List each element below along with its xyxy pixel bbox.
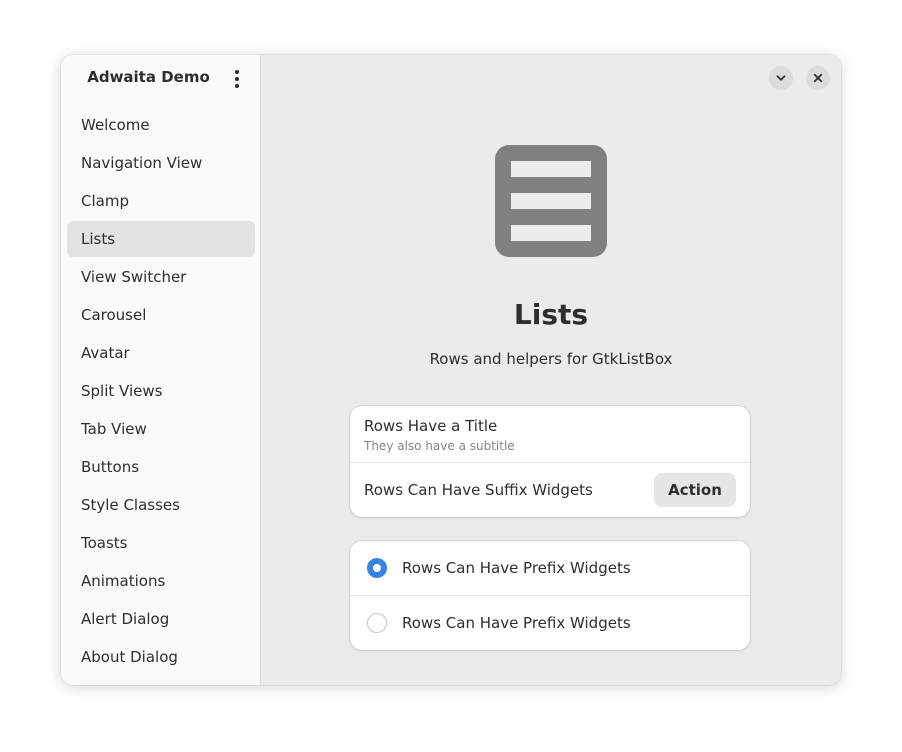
sidebar-title: Adwaita Demo bbox=[87, 68, 210, 86]
list-row-suffix: Rows Can Have Suffix Widgets Action bbox=[350, 463, 750, 517]
sidebar-item-carousel[interactable]: Carousel bbox=[67, 297, 255, 333]
row-title: Rows Can Have Prefix Widgets bbox=[402, 614, 631, 632]
row-title: Rows Can Have Suffix Widgets bbox=[364, 481, 593, 499]
sidebar-item-buttons[interactable]: Buttons bbox=[67, 449, 255, 485]
chevron-down-icon bbox=[776, 75, 786, 81]
list-row-prefix[interactable]: Rows Can Have Prefix Widgets bbox=[350, 596, 750, 650]
view-more-icon-dot-2 bbox=[235, 77, 239, 81]
list-row-title-subtitle: Rows Have a Title They also have a subti… bbox=[350, 406, 750, 463]
sidebar-item-alert-dialog[interactable]: Alert Dialog bbox=[67, 601, 255, 637]
list-icon bbox=[495, 145, 607, 257]
sidebar-item-clamp[interactable]: Clamp bbox=[67, 183, 255, 219]
view-more-icon bbox=[235, 70, 239, 74]
sidebar-item-view-switcher[interactable]: View Switcher bbox=[67, 259, 255, 295]
action-button[interactable]: Action bbox=[654, 473, 736, 507]
list-row-prefix[interactable]: Rows Can Have Prefix Widgets bbox=[350, 541, 750, 596]
list-box-card: Rows Have a Title They also have a subti… bbox=[350, 406, 750, 517]
sidebar-item-tab-view[interactable]: Tab View bbox=[67, 411, 255, 447]
app-window: Adwaita Demo Welcome Navigation View Cla… bbox=[61, 55, 841, 685]
close-icon bbox=[813, 73, 823, 83]
radio-button-checked[interactable] bbox=[367, 558, 387, 578]
page-title: Lists bbox=[513, 298, 589, 331]
radio-button-unchecked[interactable] bbox=[367, 613, 387, 633]
main-menu-button[interactable] bbox=[224, 67, 250, 91]
row-title: Rows Have a Title bbox=[364, 417, 498, 435]
minimize-button[interactable] bbox=[769, 66, 793, 90]
sidebar-item-lists[interactable]: Lists bbox=[67, 221, 255, 257]
sidebar: Adwaita Demo Welcome Navigation View Cla… bbox=[61, 55, 261, 685]
sidebar-item-avatar[interactable]: Avatar bbox=[67, 335, 255, 371]
sidebar-nav-list: Welcome Navigation View Clamp Lists View… bbox=[67, 107, 255, 677]
page-description: Rows and helpers for GtkListBox bbox=[429, 350, 673, 368]
sidebar-item-toasts[interactable]: Toasts bbox=[67, 525, 255, 561]
sidebar-item-navigation-view[interactable]: Navigation View bbox=[67, 145, 255, 181]
sidebar-item-style-classes[interactable]: Style Classes bbox=[67, 487, 255, 523]
content-pane: Lists Rows and helpers for GtkListBox Ro… bbox=[261, 55, 841, 685]
sidebar-item-about-dialog[interactable]: About Dialog bbox=[67, 639, 255, 675]
close-button[interactable] bbox=[806, 66, 830, 90]
row-subtitle: They also have a subtitle bbox=[364, 439, 515, 453]
row-title: Rows Can Have Prefix Widgets bbox=[402, 559, 631, 577]
radio-list-card: Rows Can Have Prefix Widgets Rows Can Ha… bbox=[350, 541, 750, 650]
sidebar-item-welcome[interactable]: Welcome bbox=[67, 107, 255, 143]
view-more-icon-dot-3 bbox=[235, 84, 239, 88]
sidebar-item-animations[interactable]: Animations bbox=[67, 563, 255, 599]
sidebar-item-split-views[interactable]: Split Views bbox=[67, 373, 255, 409]
